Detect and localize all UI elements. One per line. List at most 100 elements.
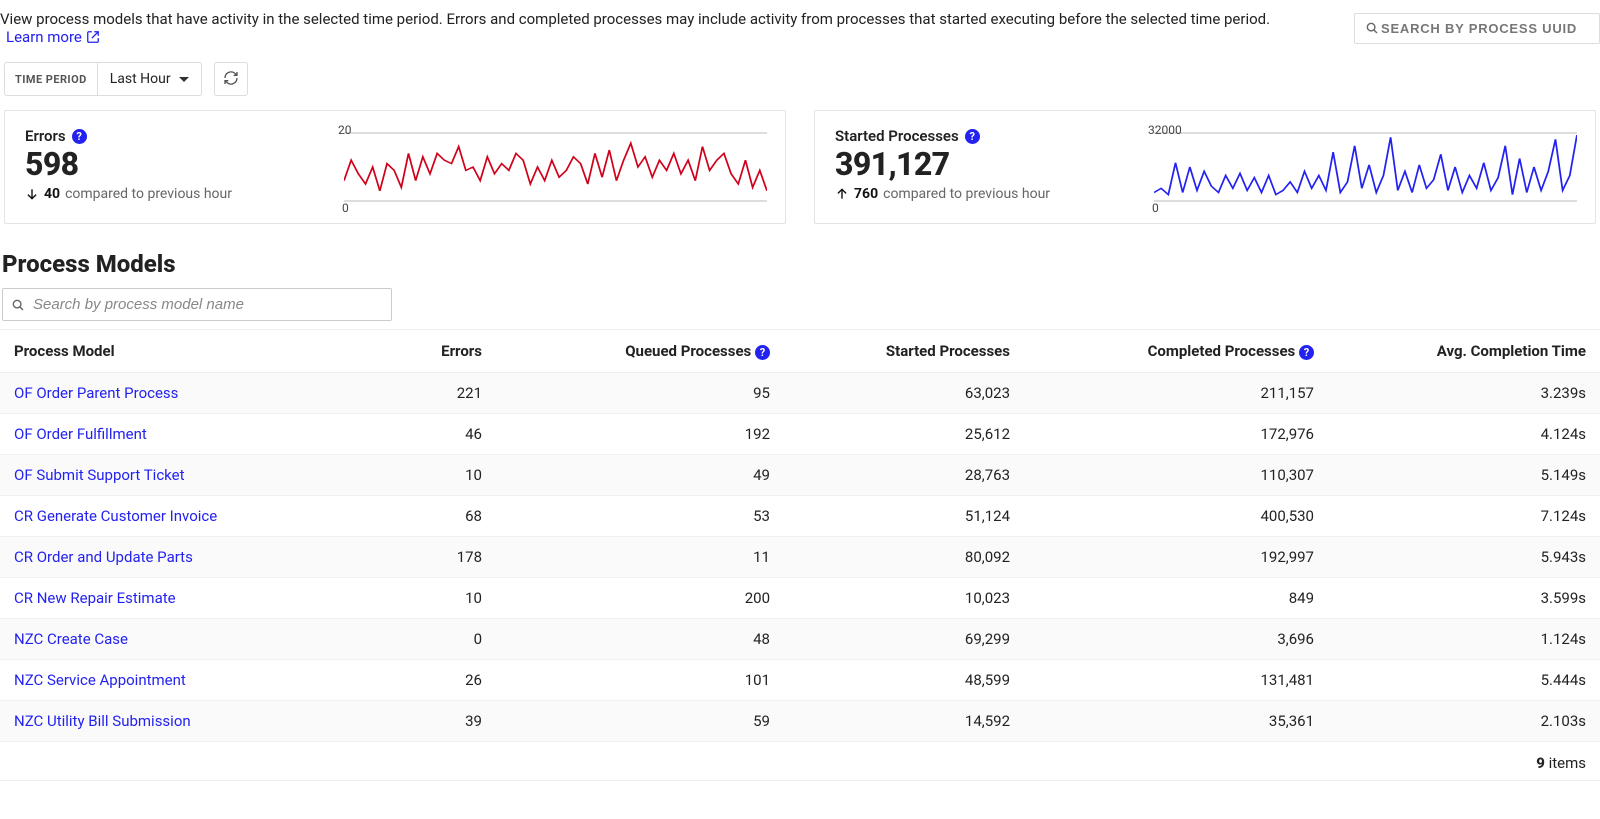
process-model-link[interactable]: OF Order Parent Process bbox=[14, 384, 178, 402]
started-compare-text: compared to previous hour bbox=[883, 186, 1050, 202]
learn-more-link[interactable]: Learn more bbox=[6, 28, 100, 46]
cell-errors: 68 bbox=[384, 496, 496, 537]
help-icon[interactable]: ? bbox=[1299, 345, 1314, 360]
table-row: NZC Service Appointment2610148,599131,48… bbox=[0, 660, 1600, 701]
cell-avg: 3.599s bbox=[1328, 578, 1600, 619]
started-ymin: 0 bbox=[1152, 201, 1159, 215]
cell-errors: 10 bbox=[384, 455, 496, 496]
started-card-value: 391,127 bbox=[835, 147, 1154, 182]
process-model-link[interactable]: OF Submit Support Ticket bbox=[14, 466, 185, 484]
cell-started: 25,612 bbox=[784, 414, 1024, 455]
started-card: Started Processes ? 391,127 760 compared… bbox=[814, 110, 1596, 224]
cell-avg: 1.124s bbox=[1328, 619, 1600, 660]
errors-card-value: 598 bbox=[25, 147, 344, 182]
errors-ymax: 20 bbox=[338, 123, 352, 137]
cell-avg: 7.124s bbox=[1328, 496, 1600, 537]
process-model-link[interactable]: NZC Service Appointment bbox=[14, 671, 186, 689]
table-row: CR New Repair Estimate1020010,0238493.59… bbox=[0, 578, 1600, 619]
col-errors[interactable]: Errors bbox=[384, 330, 496, 373]
cell-avg: 4.124s bbox=[1328, 414, 1600, 455]
cell-completed: 849 bbox=[1024, 578, 1328, 619]
cell-completed: 172,976 bbox=[1024, 414, 1328, 455]
cell-started: 10,023 bbox=[784, 578, 1024, 619]
cell-completed: 192,997 bbox=[1024, 537, 1328, 578]
process-model-link[interactable]: CR Generate Customer Invoice bbox=[14, 507, 217, 525]
table-footer: 9 items bbox=[0, 742, 1600, 781]
col-name[interactable]: Process Model bbox=[0, 330, 384, 373]
cell-avg: 2.103s bbox=[1328, 701, 1600, 742]
search-process-model-input[interactable] bbox=[31, 295, 383, 314]
time-period-value[interactable]: Last Hour bbox=[98, 63, 201, 95]
col-completed-label: Completed Processes bbox=[1148, 342, 1296, 360]
cell-errors: 178 bbox=[384, 537, 496, 578]
col-queued-label: Queued Processes bbox=[625, 342, 751, 360]
intro-text: View process models that have activity i… bbox=[0, 10, 1340, 46]
cell-errors: 46 bbox=[384, 414, 496, 455]
learn-more-label: Learn more bbox=[6, 28, 82, 46]
items-label-text: items bbox=[1549, 754, 1586, 772]
table-row: NZC Utility Bill Submission 395914,59235,… bbox=[0, 701, 1600, 742]
cell-started: 51,124 bbox=[784, 496, 1024, 537]
col-started[interactable]: Started Processes bbox=[784, 330, 1024, 373]
table-row: OF Submit Support Ticket104928,763110,30… bbox=[0, 455, 1600, 496]
cell-errors: 39 bbox=[384, 701, 496, 742]
errors-ymin: 0 bbox=[342, 201, 349, 215]
cell-queued: 11 bbox=[496, 537, 784, 578]
process-model-link[interactable]: NZC Utility Bill Submission bbox=[14, 712, 191, 730]
time-period-label: TIME PERIOD bbox=[5, 73, 97, 86]
search-icon bbox=[11, 298, 25, 312]
cell-errors: 0 bbox=[384, 619, 496, 660]
cell-avg: 3.239s bbox=[1328, 373, 1600, 414]
cell-queued: 192 bbox=[496, 414, 784, 455]
cell-started: 69,299 bbox=[784, 619, 1024, 660]
refresh-button[interactable] bbox=[214, 62, 248, 96]
help-icon[interactable]: ? bbox=[965, 129, 980, 144]
time-period-selector[interactable]: TIME PERIOD Last Hour bbox=[4, 62, 202, 96]
col-queued[interactable]: Queued Processes ? bbox=[496, 330, 784, 373]
search-uuid-input[interactable] bbox=[1379, 20, 1589, 37]
process-model-link[interactable]: OF Order Fulfillment bbox=[14, 425, 147, 443]
errors-sparkline: 20 0 bbox=[344, 127, 767, 211]
process-model-link[interactable]: NZC Create Case bbox=[14, 630, 128, 648]
cell-errors: 221 bbox=[384, 373, 496, 414]
arrow-up-icon bbox=[835, 187, 849, 201]
items-count: 9 bbox=[1536, 754, 1545, 772]
cell-completed: 35,361 bbox=[1024, 701, 1328, 742]
table-row: OF Order Parent Process 2219563,023211,15… bbox=[0, 373, 1600, 414]
cell-queued: 95 bbox=[496, 373, 784, 414]
time-period-text: Last Hour bbox=[110, 71, 171, 87]
cell-queued: 101 bbox=[496, 660, 784, 701]
help-icon[interactable]: ? bbox=[755, 345, 770, 360]
started-sparkline: 32000 0 bbox=[1154, 127, 1577, 211]
col-completed[interactable]: Completed Processes ? bbox=[1024, 330, 1328, 373]
search-uuid-box[interactable] bbox=[1354, 13, 1600, 44]
cell-completed: 110,307 bbox=[1024, 455, 1328, 496]
cell-queued: 49 bbox=[496, 455, 784, 496]
cell-started: 63,023 bbox=[784, 373, 1024, 414]
help-icon[interactable]: ? bbox=[72, 129, 87, 144]
cell-completed: 400,530 bbox=[1024, 496, 1328, 537]
errors-card: Errors ? 598 40 compared to previous hou… bbox=[4, 110, 786, 224]
cell-queued: 53 bbox=[496, 496, 784, 537]
cell-queued: 59 bbox=[496, 701, 784, 742]
external-link-icon bbox=[86, 30, 100, 44]
table-row: OF Order Fulfillment 4619225,612172,9764.… bbox=[0, 414, 1600, 455]
intro-copy: View process models that have activity i… bbox=[0, 10, 1270, 28]
process-model-link[interactable]: CR New Repair Estimate bbox=[14, 589, 176, 607]
errors-compare-text: compared to previous hour bbox=[65, 186, 232, 202]
cell-errors: 10 bbox=[384, 578, 496, 619]
col-avg[interactable]: Avg. Completion Time bbox=[1328, 330, 1600, 373]
cell-avg: 5.444s bbox=[1328, 660, 1600, 701]
table-row: CR Generate Customer Invoice 685351,12440… bbox=[0, 496, 1600, 537]
section-title: Process Models bbox=[2, 250, 1600, 278]
cell-queued: 48 bbox=[496, 619, 784, 660]
process-model-link[interactable]: CR Order and Update Parts bbox=[14, 548, 193, 566]
cell-completed: 211,157 bbox=[1024, 373, 1328, 414]
search-icon bbox=[1365, 21, 1379, 35]
cell-started: 14,592 bbox=[784, 701, 1024, 742]
chevron-down-icon bbox=[179, 77, 189, 82]
search-process-model-box[interactable] bbox=[2, 288, 392, 321]
started-ymax: 32000 bbox=[1148, 123, 1182, 137]
table-row: NZC Create Case04869,2993,6961.124s bbox=[0, 619, 1600, 660]
refresh-icon bbox=[223, 70, 239, 89]
